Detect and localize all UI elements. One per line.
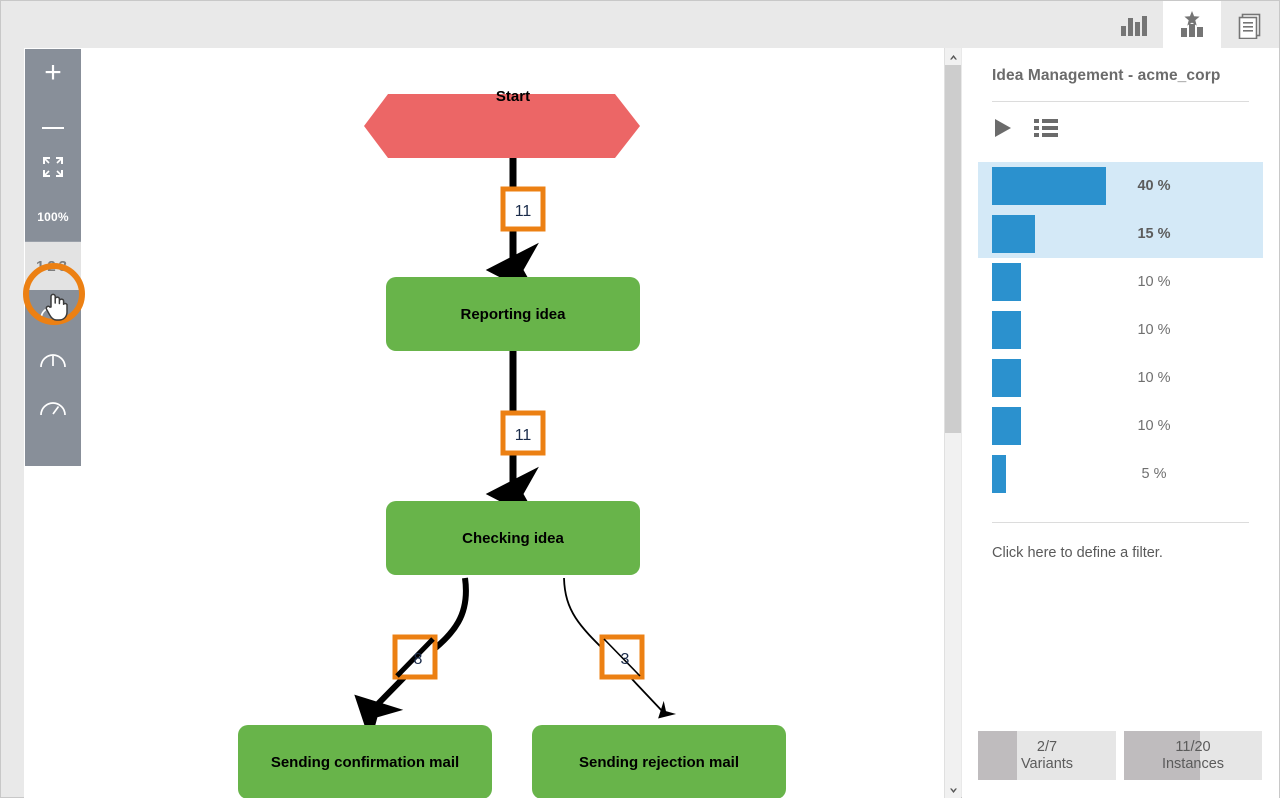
fit-to-screen-icon (42, 156, 64, 183)
variant-bar (992, 215, 1035, 253)
edge-label-start-reporting[interactable]: 11 (500, 186, 546, 232)
edge-label-text: 3 (621, 651, 630, 668)
variant-bar-cell (978, 215, 1106, 253)
variant-bar (992, 263, 1021, 301)
diagram-node-start-label: Start (496, 88, 530, 105)
stat-label: Instances (1161, 755, 1225, 772)
tab-statistics[interactable] (1105, 1, 1163, 48)
panel-action-bar (978, 102, 1263, 156)
diagram-node-sending-rejection-mail-label: Sending rejection mail (579, 754, 739, 771)
variant-percentage-label: 40 % (1137, 178, 1171, 194)
variant-row[interactable]: 10 % (978, 402, 1263, 450)
gauge-mid-button[interactable] (25, 338, 81, 386)
stat-label: Variants (1020, 755, 1074, 772)
variant-percentage-label: 5 % (1141, 466, 1167, 482)
play-icon[interactable] (992, 117, 1014, 144)
variant-bar-cell (978, 359, 1106, 397)
scroll-down-button[interactable] (945, 781, 961, 798)
variant-bar-cell (978, 407, 1106, 445)
gauge-high-button[interactable] (25, 386, 81, 434)
diagram-node-reporting-idea-label: Reporting idea (460, 306, 566, 323)
variant-bar (992, 455, 1006, 493)
panel-stats-footer: 2/7 Variants 11/20 Instances (978, 731, 1263, 780)
stat-box-variants[interactable]: 2/7 Variants (978, 731, 1116, 780)
gauge-low-icon (39, 303, 67, 326)
filter-hint[interactable]: Click here to define a filter. (978, 523, 1263, 561)
numbers-123-icon: 123 (35, 257, 71, 275)
edge-label-text: 11 (515, 203, 532, 220)
variant-percentage-label: 10 % (1137, 418, 1171, 434)
variant-percentage-label: 10 % (1137, 274, 1171, 290)
edge-label-text: 8 (414, 651, 423, 668)
application-window: Start Reporting idea Checking idea Sendi… (0, 0, 1280, 798)
panel-title: Idea Management - acme_corp (992, 67, 1221, 84)
variant-row[interactable]: 15 % (978, 210, 1263, 258)
zoom-out-button[interactable] (25, 97, 81, 145)
variant-bar (992, 359, 1021, 397)
fit-to-screen-button[interactable] (25, 145, 81, 193)
stat-value: 11/20 (1175, 739, 1211, 756)
tab-process-variants[interactable] (1163, 1, 1221, 48)
gauge-mid-icon (39, 351, 67, 374)
canvas-vertical-scrollbar[interactable] (944, 48, 961, 798)
variant-row[interactable]: 10 % (978, 354, 1263, 402)
documents-icon (1236, 11, 1264, 39)
diagram-node-checking-idea[interactable]: Checking idea (386, 501, 640, 575)
zoom-in-button[interactable]: + (25, 49, 81, 97)
stat-text: 2/7 Variants (978, 731, 1116, 780)
diagram-node-reporting-idea[interactable]: Reporting idea (386, 277, 640, 351)
zoom-level-display[interactable]: 100% (25, 193, 81, 241)
variant-row[interactable]: 40 % (978, 162, 1263, 210)
variant-list: 40 % 15 % 10 % 10 % 10 % 10 % 5 % (978, 162, 1263, 498)
variants-side-panel: Idea Management - acme_corp 40 % 15 % 10 %… (962, 48, 1279, 798)
diagram-node-sending-confirmation-mail-label: Sending confirmation mail (271, 754, 459, 771)
scroll-thumb[interactable] (945, 65, 961, 433)
diagram-zoom-toolbar: + 100% 123 (25, 49, 81, 466)
diagram-node-checking-idea-label: Checking idea (462, 530, 564, 547)
variant-bar (992, 311, 1021, 349)
stat-box-instances[interactable]: 11/20 Instances (1124, 731, 1262, 780)
edge-label-text: 11 (515, 427, 532, 444)
variant-bar-cell (978, 167, 1106, 205)
stat-text: 11/20 Instances (1124, 731, 1262, 780)
tab-documents[interactable] (1221, 1, 1279, 48)
list-icon[interactable] (1034, 118, 1058, 143)
chevron-down-icon (949, 781, 958, 798)
process-diagram-canvas[interactable]: Start Reporting idea Checking idea Sendi… (24, 48, 961, 798)
variant-bar-cell (978, 263, 1106, 301)
show-numbers-button[interactable]: 123 (25, 242, 81, 290)
diagram-node-sending-confirmation-mail[interactable]: Sending confirmation mail (238, 725, 492, 798)
variant-row[interactable]: 10 % (978, 306, 1263, 354)
diagram-node-start[interactable]: Start (364, 88, 640, 158)
edge-label-reporting-checking[interactable]: 11 (500, 410, 546, 456)
chevron-up-icon (949, 48, 958, 66)
gauge-low-button[interactable] (25, 290, 81, 338)
minus-icon (42, 106, 64, 136)
zoom-level-label: 100% (37, 210, 69, 224)
variant-row[interactable]: 10 % (978, 258, 1263, 306)
variant-bar-cell (978, 455, 1106, 493)
scroll-up-button[interactable] (945, 48, 961, 65)
edge-label-checking-confirmation[interactable]: 8 (392, 634, 438, 680)
diagram-node-sending-rejection-mail[interactable]: Sending rejection mail (532, 725, 786, 798)
variant-bar-cell (978, 311, 1106, 349)
top-tab-bar (1, 1, 1279, 48)
variant-bar (992, 167, 1106, 205)
gauge-high-icon (39, 399, 67, 422)
plus-icon: + (44, 56, 62, 89)
variant-row[interactable]: 5 % (978, 450, 1263, 498)
bar-chart-icon (1119, 12, 1149, 38)
edge-label-checking-rejection[interactable]: 3 (599, 634, 645, 680)
variant-percentage-label: 10 % (1137, 370, 1171, 386)
stat-value: 2/7 (1036, 739, 1058, 756)
variant-percentage-label: 15 % (1137, 226, 1171, 242)
variant-percentage-label: 10 % (1137, 322, 1171, 338)
bar-chart-star-icon (1177, 10, 1207, 40)
variant-bar (992, 407, 1021, 445)
